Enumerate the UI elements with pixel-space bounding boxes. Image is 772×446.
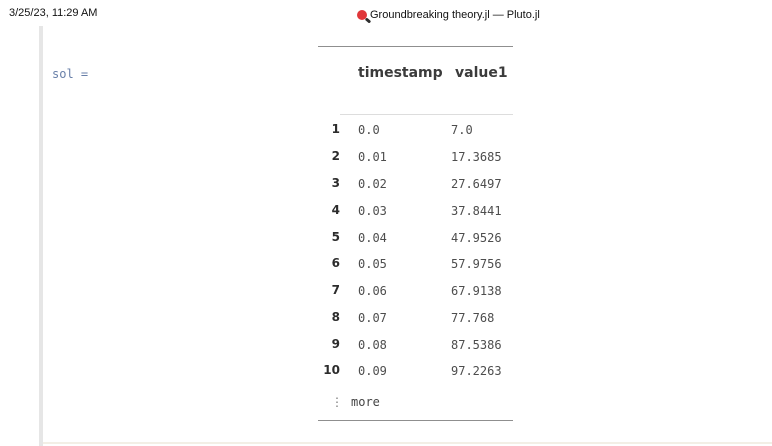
timestamp-cell: 0.04	[358, 231, 387, 245]
row-index: 8	[331, 310, 340, 324]
show-more-label: more	[351, 395, 380, 409]
timestamp-cell: 0.01	[358, 150, 387, 164]
cell-bottom-border	[43, 442, 772, 444]
timestamp-cell: 0.03	[358, 204, 387, 218]
timestamp-cell: 0.07	[358, 311, 387, 325]
timestamp-cell: 0.02	[358, 177, 387, 191]
cell-left-border	[39, 26, 43, 446]
table-row: 10 0.09 97.2263	[318, 363, 513, 383]
value1-cell: 77.768	[451, 311, 495, 325]
row-index: 5	[331, 230, 340, 244]
timestamp-cell: 0.05	[358, 257, 387, 271]
row-index: 10	[323, 363, 340, 377]
row-index: 1	[331, 122, 340, 136]
timestamp-cell: 0.08	[358, 338, 387, 352]
timestamp-cell: 0.0	[358, 123, 380, 137]
value1-cell: 87.5386	[451, 338, 502, 352]
value1-cell: 97.2263	[451, 364, 502, 378]
show-more-button[interactable]: ⋮ more	[331, 395, 380, 409]
row-index: 3	[331, 176, 340, 190]
table-row: 1 0.0 7.0	[318, 122, 513, 142]
print-header: 3/25/23, 11:29 AM Groundbreaking theory.…	[0, 0, 772, 26]
vertical-ellipsis-icon: ⋮	[331, 395, 343, 409]
table-row: 8 0.07 77.768	[318, 310, 513, 330]
cell-variable-label: sol =	[52, 67, 89, 81]
table-row: 9 0.08 87.5386	[318, 337, 513, 357]
pluto-logo-icon	[357, 10, 367, 20]
row-index: 9	[331, 337, 340, 351]
value1-cell: 67.9138	[451, 284, 502, 298]
timestamp-cell: 0.09	[358, 364, 387, 378]
header-divider	[340, 114, 513, 115]
value1-cell: 57.9756	[451, 257, 502, 271]
print-title: Groundbreaking theory.jl — Pluto.jl	[357, 9, 540, 21]
column-header-value1: value1	[455, 65, 508, 81]
row-index: 2	[331, 149, 340, 163]
table-row: 5 0.04 47.9526	[318, 230, 513, 250]
row-index: 6	[331, 256, 340, 270]
row-index: 7	[331, 283, 340, 297]
value1-cell: 7.0	[451, 123, 473, 137]
print-date: 3/25/23, 11:29 AM	[9, 7, 98, 19]
table-row: 4 0.03 37.8441	[318, 203, 513, 223]
table-top-rule	[318, 46, 513, 47]
table-row: 2 0.01 17.3685	[318, 149, 513, 169]
table-row: 6 0.05 57.9756	[318, 256, 513, 276]
value1-cell: 17.3685	[451, 150, 502, 164]
table-row: 3 0.02 27.6497	[318, 176, 513, 196]
column-header-timestamp: timestamp	[358, 65, 443, 81]
value1-cell: 37.8441	[451, 204, 502, 218]
table-row: 7 0.06 67.9138	[318, 283, 513, 303]
value1-cell: 47.9526	[451, 231, 502, 245]
row-index: 4	[331, 203, 340, 217]
print-title-text: Groundbreaking theory.jl — Pluto.jl	[370, 9, 540, 21]
timestamp-cell: 0.06	[358, 284, 387, 298]
table-bottom-rule	[318, 420, 513, 421]
value1-cell: 27.6497	[451, 177, 502, 191]
